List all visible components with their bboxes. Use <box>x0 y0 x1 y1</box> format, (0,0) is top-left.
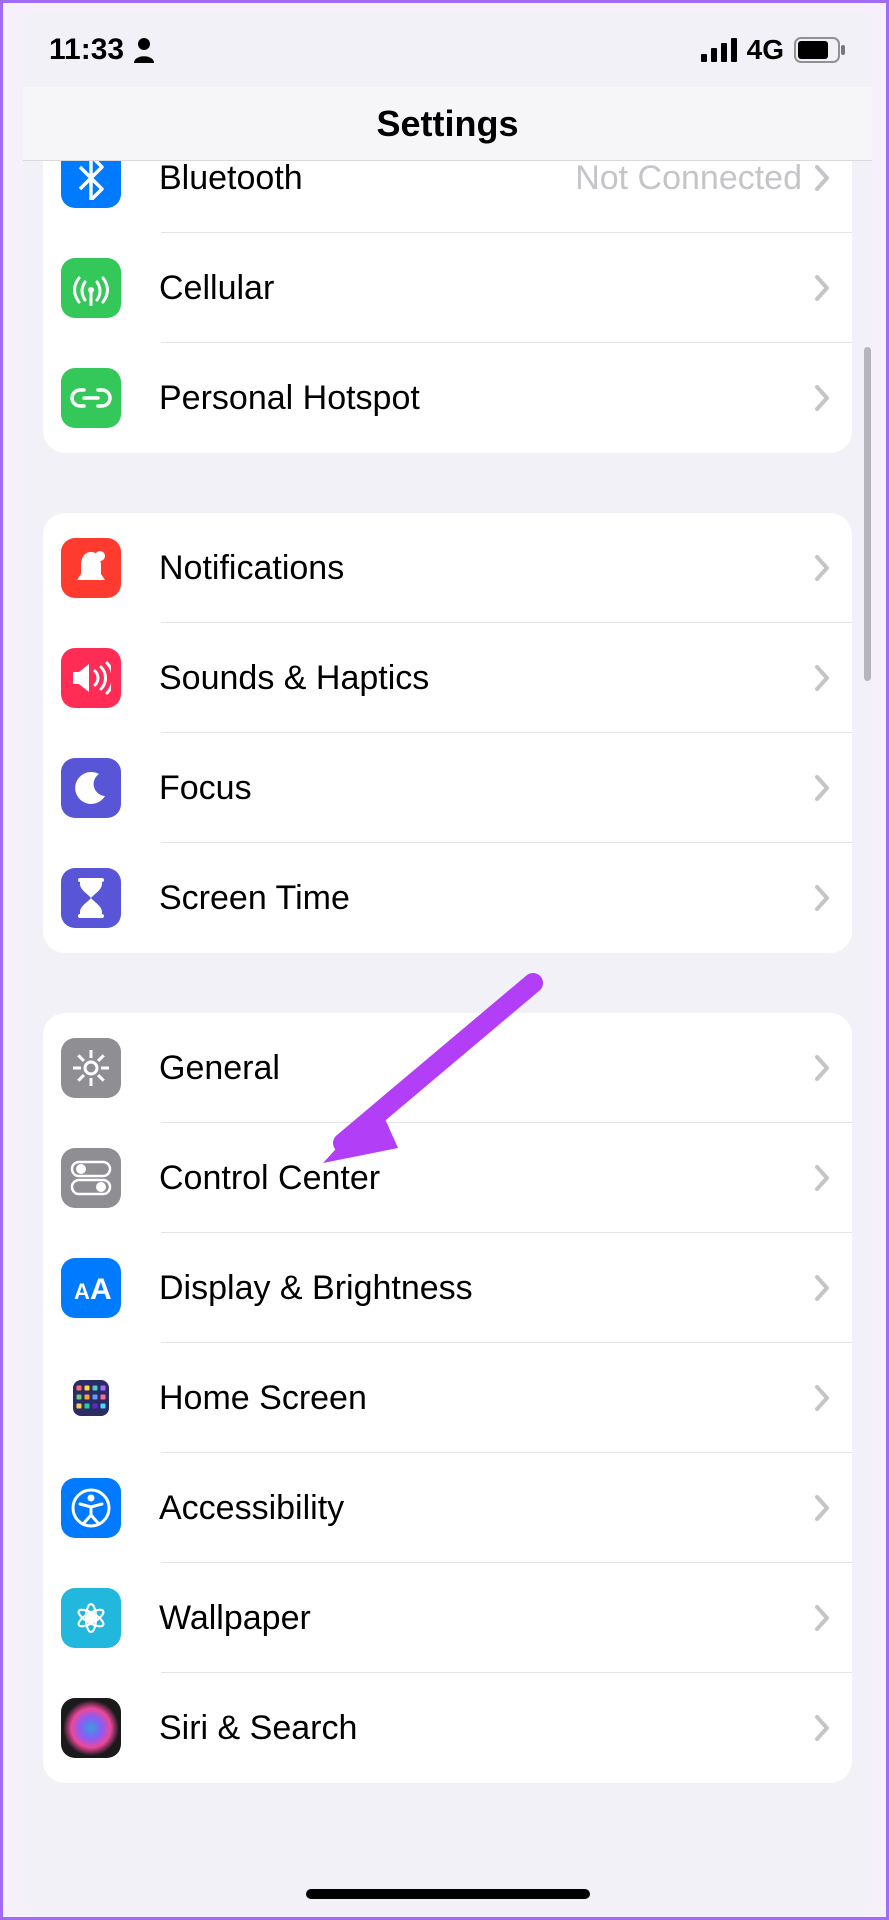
row-label: Notifications <box>159 549 814 588</box>
row-label: Cellular <box>159 269 814 308</box>
apps-grid-icon <box>61 1368 121 1428</box>
settings-row-cellular[interactable]: Cellular <box>43 233 852 343</box>
settings-row-screen-time[interactable]: Screen Time <box>43 843 852 953</box>
moon-icon <box>61 758 121 818</box>
row-label: Display & Brightness <box>159 1269 814 1308</box>
bell-icon <box>61 538 121 598</box>
row-label: Home Screen <box>159 1379 814 1418</box>
settings-row-focus[interactable]: Focus <box>43 733 852 843</box>
settings-row-display-brightness[interactable]: AA Display & Brightness <box>43 1233 852 1343</box>
chevron-right-icon <box>814 885 830 911</box>
flower-icon <box>61 1588 121 1648</box>
chevron-right-icon <box>814 385 830 411</box>
settings-row-general[interactable]: General <box>43 1013 852 1123</box>
battery-icon <box>794 37 846 63</box>
settings-row-home-screen[interactable]: Home Screen <box>43 1343 852 1453</box>
settings-row-sounds-haptics[interactable]: Sounds & Haptics <box>43 623 852 733</box>
chevron-right-icon <box>814 165 830 191</box>
chevron-right-icon <box>814 1495 830 1521</box>
link-icon <box>61 368 121 428</box>
settings-group: Bluetooth Not Connected Cellular Persona… <box>43 161 852 453</box>
chevron-right-icon <box>814 1165 830 1191</box>
chevron-right-icon <box>814 665 830 691</box>
phone-frame: 11:33 4G Settings Bluetooth Not Connecte… <box>23 13 872 1911</box>
chevron-right-icon <box>814 1715 830 1741</box>
chevron-right-icon <box>814 1055 830 1081</box>
settings-row-bluetooth[interactable]: Bluetooth Not Connected <box>43 161 852 233</box>
network-type: 4G <box>747 34 784 66</box>
row-label: Personal Hotspot <box>159 379 814 418</box>
settings-group: General Control Center AA Display & Brig… <box>43 1013 852 1783</box>
accessibility-icon <box>61 1478 121 1538</box>
settings-content[interactable]: Bluetooth Not Connected Cellular Persona… <box>23 161 872 1911</box>
svg-text:A: A <box>74 1279 90 1304</box>
siri-icon <box>61 1698 121 1758</box>
gear-icon <box>61 1038 121 1098</box>
svg-text:A: A <box>90 1273 112 1305</box>
row-label: Focus <box>159 769 814 808</box>
header: Settings <box>23 87 872 161</box>
status-bar: 11:33 4G <box>23 13 872 87</box>
row-label: Screen Time <box>159 879 814 918</box>
chevron-right-icon <box>814 775 830 801</box>
signal-icon <box>701 38 737 62</box>
row-label: Bluetooth <box>159 161 575 198</box>
settings-row-notifications[interactable]: Notifications <box>43 513 852 623</box>
row-label: Accessibility <box>159 1489 814 1528</box>
row-value: Not Connected <box>575 161 802 198</box>
bluetooth-icon <box>61 161 121 208</box>
home-indicator[interactable] <box>306 1889 590 1899</box>
row-label: General <box>159 1049 814 1088</box>
settings-row-accessibility[interactable]: Accessibility <box>43 1453 852 1563</box>
chevron-right-icon <box>814 275 830 301</box>
person-icon <box>132 37 156 63</box>
chevron-right-icon <box>814 1605 830 1631</box>
row-label: Sounds & Haptics <box>159 659 814 698</box>
hourglass-icon <box>61 868 121 928</box>
settings-row-control-center[interactable]: Control Center <box>43 1123 852 1233</box>
row-label: Control Center <box>159 1159 814 1198</box>
antenna-icon <box>61 258 121 318</box>
settings-row-siri-search[interactable]: Siri & Search <box>43 1673 852 1783</box>
page-title: Settings <box>376 103 518 145</box>
row-label: Wallpaper <box>159 1599 814 1638</box>
row-label: Siri & Search <box>159 1709 814 1748</box>
settings-row-personal-hotspot[interactable]: Personal Hotspot <box>43 343 852 453</box>
text-size-icon: AA <box>61 1258 121 1318</box>
toggles-icon <box>61 1148 121 1208</box>
status-time: 11:33 <box>49 33 124 67</box>
settings-group: Notifications Sounds & Haptics Focus Scr… <box>43 513 852 953</box>
chevron-right-icon <box>814 1275 830 1301</box>
chevron-right-icon <box>814 1385 830 1411</box>
scrollbar[interactable] <box>864 347 871 681</box>
speaker-icon <box>61 648 121 708</box>
chevron-right-icon <box>814 555 830 581</box>
settings-row-wallpaper[interactable]: Wallpaper <box>43 1563 852 1673</box>
